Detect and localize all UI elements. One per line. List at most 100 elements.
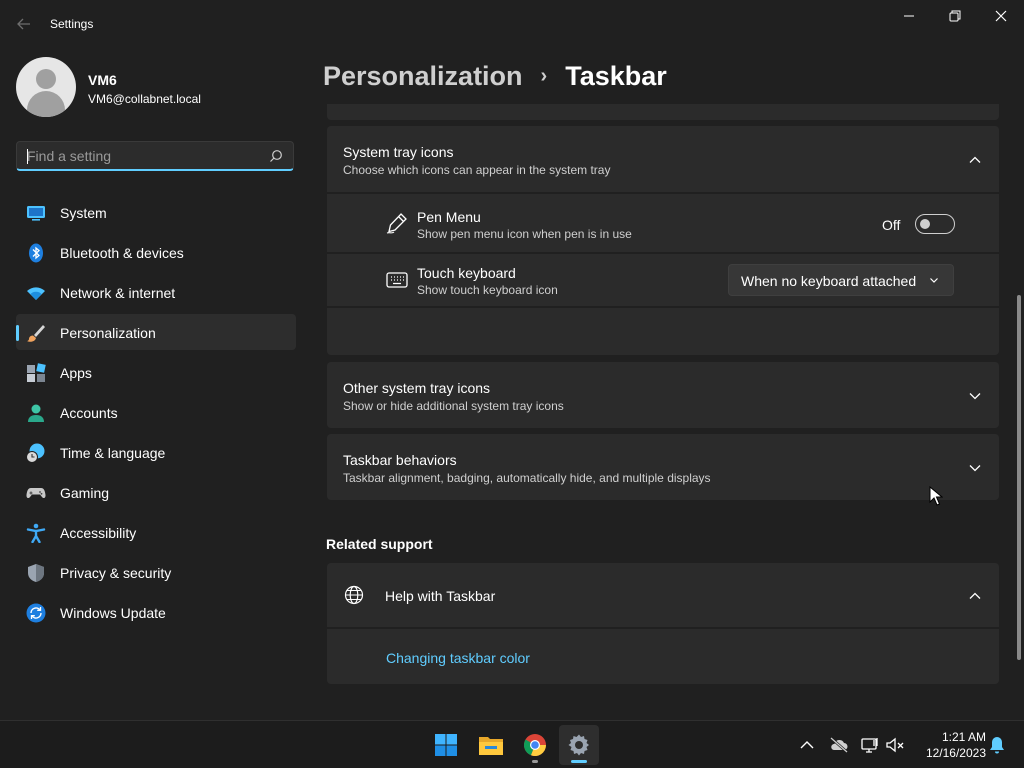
sidebar-nav: System Bluetooth & devices Network & int… <box>16 194 296 634</box>
avatar-head-shape <box>36 69 56 89</box>
mouse-cursor-icon <box>929 486 943 506</box>
minimize-icon <box>904 15 914 17</box>
chevron-up-icon[interactable] <box>968 589 982 603</box>
help-with-taskbar-header[interactable]: Help with Taskbar <box>327 563 999 627</box>
sidebar-item-label: Accessibility <box>60 525 137 541</box>
sidebar-item-gaming[interactable]: Gaming <box>16 474 296 510</box>
sidebar-item-accounts[interactable]: Accounts <box>16 394 296 430</box>
card-subtitle: Choose which icons can appear in the sys… <box>343 163 611 177</box>
system-tray-empty-row <box>327 308 999 355</box>
back-button[interactable] <box>10 10 38 38</box>
settings-icon <box>568 734 589 756</box>
minimize-button[interactable] <box>886 0 932 32</box>
cloud-off-icon[interactable] <box>829 735 849 755</box>
accessibility-icon <box>26 523 46 543</box>
search-icon[interactable] <box>269 149 283 163</box>
back-arrow-icon <box>17 18 30 30</box>
touch-keyboard-row: Touch keyboard Show touch keyboard icon … <box>327 254 999 306</box>
sidebar-item-accessibility[interactable]: Accessibility <box>16 514 296 550</box>
pen-menu-title: Pen Menu <box>417 209 481 225</box>
previous-card-bottom <box>327 104 999 120</box>
controller-icon <box>26 488 46 499</box>
other-system-tray-icons-card[interactable]: Other system tray icons Show or hide add… <box>327 362 999 428</box>
chevron-down-icon <box>930 278 938 283</box>
sidebar-item-label: Personalization <box>60 325 156 341</box>
sidebar-item-personalization[interactable]: Personalization <box>16 314 296 350</box>
sidebar-item-label: Accounts <box>60 405 118 421</box>
system-icon <box>27 206 45 221</box>
close-icon <box>995 10 1007 22</box>
touch-keyboard-title: Touch keyboard <box>417 265 516 281</box>
pen-menu-toggle[interactable] <box>915 214 955 234</box>
touch-keyboard-subtitle: Show touch keyboard icon <box>417 283 558 297</box>
wifi-icon <box>27 287 45 300</box>
start-icon <box>435 734 457 756</box>
pen-menu-row: Pen Menu Show pen menu icon when pen is … <box>327 194 999 252</box>
file-explorer-icon <box>479 737 503 755</box>
taskbar-file-explorer[interactable] <box>471 725 511 765</box>
dropdown-value: When no keyboard attached <box>741 273 917 289</box>
breadcrumb-parent[interactable]: Personalization <box>323 61 523 92</box>
taskbar: 1:21 AM 12/16/2023 <box>0 720 1024 768</box>
card-title: System tray icons <box>343 144 454 160</box>
sidebar-item-label: Privacy & security <box>60 565 172 581</box>
search-box[interactable] <box>16 141 294 171</box>
card-subtitle: Show or hide additional system tray icon… <box>343 399 564 413</box>
touch-keyboard-dropdown[interactable]: When no keyboard attached <box>728 264 954 296</box>
network-icon[interactable] <box>860 735 880 755</box>
sidebar-item-label: Windows Update <box>60 605 166 621</box>
toggle-knob <box>920 219 930 229</box>
restore-icon <box>949 10 961 22</box>
apps-icon <box>27 363 46 382</box>
sidebar-item-label: Bluetooth & devices <box>60 245 184 261</box>
avatar[interactable] <box>16 57 76 117</box>
active-indicator <box>571 760 587 763</box>
globe-clock-icon <box>26 443 45 463</box>
pen-icon <box>386 213 407 234</box>
taskbar-chrome[interactable] <box>515 725 555 765</box>
clock-time: 1:21 AM <box>941 730 986 744</box>
sidebar-item-privacy[interactable]: Privacy & security <box>16 554 296 590</box>
scrollbar-thumb[interactable] <box>1017 295 1021 660</box>
breadcrumb: Personalization › Taskbar <box>323 58 667 94</box>
taskbar-settings[interactable] <box>559 725 599 765</box>
search-input[interactable] <box>27 147 257 165</box>
sidebar-item-label: Apps <box>60 365 92 381</box>
shield-icon <box>28 564 44 582</box>
globe-icon <box>344 585 364 605</box>
taskbar-clock[interactable]: 1:21 AM 12/16/2023 <box>912 729 986 761</box>
user-email: VM6@collabnet.local <box>88 92 201 106</box>
sidebar-item-label: Time & language <box>60 445 166 461</box>
chevron-down-icon[interactable] <box>968 389 982 403</box>
system-tray-icons-header[interactable]: System tray icons Choose which icons can… <box>327 126 999 192</box>
sidebar-item-system[interactable]: System <box>16 194 296 230</box>
sidebar-item-apps[interactable]: Apps <box>16 354 296 390</box>
help-title: Help with Taskbar <box>385 588 496 604</box>
start-button[interactable] <box>426 725 466 765</box>
changing-taskbar-color-link[interactable]: Changing taskbar color <box>386 650 530 666</box>
volume-muted-icon[interactable] <box>885 735 905 755</box>
page-title: Taskbar <box>565 60 667 91</box>
chrome-icon <box>523 734 547 757</box>
accounts-icon <box>28 404 44 422</box>
sidebar-item-bluetooth[interactable]: Bluetooth & devices <box>16 234 296 270</box>
sidebar-item-time-language[interactable]: Time & language <box>16 434 296 470</box>
taskbar-behaviors-card[interactable]: Taskbar behaviors Taskbar alignment, bad… <box>327 434 999 500</box>
sidebar-item-label: System <box>60 205 107 221</box>
chevron-up-icon[interactable] <box>968 153 982 167</box>
close-button[interactable] <box>978 0 1024 32</box>
card-title: Taskbar behaviors <box>343 452 457 468</box>
sidebar-item-windows-update[interactable]: Windows Update <box>16 594 296 630</box>
notification-bell-icon[interactable] <box>987 735 1007 755</box>
section-heading: Related support <box>326 536 433 552</box>
pen-menu-subtitle: Show pen menu icon when pen is in use <box>417 227 632 241</box>
chevron-up-icon[interactable] <box>797 735 817 755</box>
sidebar-item-network[interactable]: Network & internet <box>16 274 296 310</box>
app-title: Settings <box>50 17 94 31</box>
maximize-button[interactable] <box>932 0 978 32</box>
card-title: Other system tray icons <box>343 380 491 396</box>
sidebar-item-label: Gaming <box>60 485 110 501</box>
text-caret <box>27 149 28 164</box>
keyboard-icon <box>386 272 408 288</box>
chevron-down-icon[interactable] <box>968 461 982 475</box>
